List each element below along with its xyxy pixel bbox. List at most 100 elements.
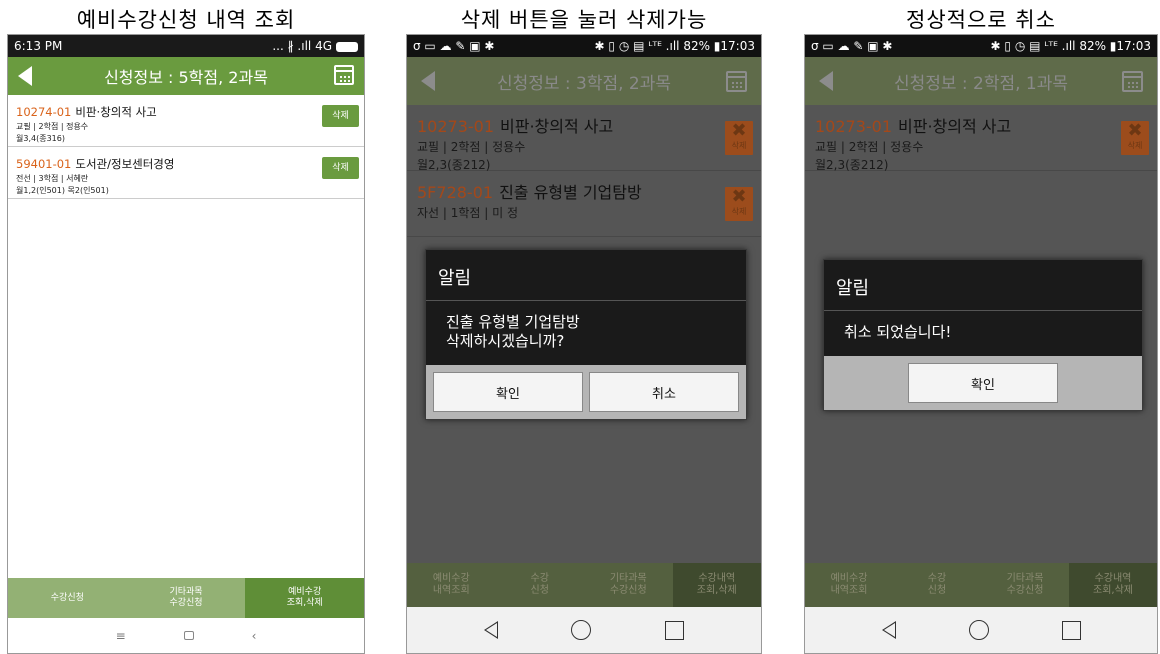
course-code: 59401-01 [16,157,72,171]
course-schedule: 월3,4(종316) [16,134,65,143]
delete-button[interactable]: ✖ 삭제 [725,187,753,221]
course-name: 도서관/정보센터경영 [75,157,175,171]
course-name: 비판·창의적 사고 [500,117,614,136]
tab-registration[interactable]: 수강신청 [8,578,127,618]
course-code: 10273-01 [815,117,893,136]
app-header: 신청정보 : 5학점, 2과목 [8,57,364,95]
tab-pre-registration[interactable]: 예비수강 조회,삭제 [245,578,364,618]
recents-square-icon[interactable] [1061,620,1081,640]
course-meta: 전선 | 3학점 | 서혜란 [16,174,89,183]
phone-screen: 6:13 PM ... ∦ .ıll 4G 신청정보 : 5학점, 2과목 10… [7,34,365,654]
status-icons-left: σ ▭ ☁ ✎ ▣ ✱ [811,39,893,53]
course-meta: 교필 | 2학점 | 정용수 [16,122,89,131]
course-row: 10273-01 비판·창의적 사고 교필 | 2학점 | 정용수 월2,3(종2… [805,105,1157,172]
course-meta: 교필 | 2학점 | 정용수 [417,140,526,154]
status-bar: σ ▭ ☁ ✎ ▣ ✱ ✱ ▯ ◷ ▤ ᴸᵀᴱ .ıll 82% ▮17:03 [805,35,1157,57]
dialog-buttons: 확인 [824,356,1142,410]
panel-cancel-done: 정상적으로 취소 σ ▭ ☁ ✎ ▣ ✱ ✱ ▯ ◷ ▤ ᴸᵀᴱ .ıll 82… [804,0,1158,654]
close-x-icon: ✖ [731,186,747,207]
course-meta: 자선 | 1학점 | 미 정 [417,206,519,220]
course-row: 5F728-01 진출 유형별 기업탐방 자선 | 1학점 | 미 정 ✖ 삭제 [407,171,761,237]
tab-registration-history[interactable]: 수강내역 조회,삭제 [672,563,761,607]
delete-button[interactable]: ✖ 삭제 [1121,121,1149,155]
home-circle-icon[interactable] [968,620,989,640]
tab-pre-registration-history[interactable]: 예비수강 내역조회 [805,563,893,607]
course-code: 5F728-01 [417,183,494,202]
delete-button[interactable]: ✖ 삭제 [725,121,753,155]
back-arrow-icon[interactable] [819,71,833,91]
tab-registration[interactable]: 수강 신청 [495,563,584,607]
battery-icon [336,41,358,52]
tab-other-courses[interactable]: 기타과목 수강신청 [126,578,246,618]
panel-caption: 삭제 버튼을 눌러 삭제가능 [460,8,708,32]
close-x-icon: ✖ [1127,120,1143,141]
course-schedule: 월1,2(인501) 목2(인501) [16,186,109,195]
back-triangle-icon[interactable] [483,621,498,639]
system-nav-bar [805,607,1157,653]
confirm-button[interactable]: 확인 [433,372,583,412]
home-circle-icon[interactable] [571,620,592,640]
delete-button[interactable]: 삭제 [322,157,359,179]
course-code: 10273-01 [417,117,495,136]
course-name: 비판·창의적 사고 [75,105,157,119]
alert-dialog: 알림 취소 되었습니다! 확인 [823,259,1143,411]
course-name: 비판·창의적 사고 [898,117,1012,136]
phone-screen: σ ▭ ☁ ✎ ▣ ✱ ✱ ▯ ◷ ▤ ᴸᵀᴱ .ıll 82% ▮17:03 … [406,34,762,654]
back-nav-icon[interactable]: ‹ [252,629,257,643]
status-bar: 6:13 PM ... ∦ .ıll 4G [8,35,364,57]
calendar-icon[interactable] [334,65,354,85]
status-icons-right: ✱ ▯ ◷ ▤ ᴸᵀᴱ .ıll 82% ▮17:03 [594,39,755,53]
course-meta: 교필 | 2학점 | 정용수 [815,140,924,154]
back-triangle-icon[interactable] [881,621,896,639]
back-arrow-icon[interactable] [421,71,435,91]
course-row: 10274-01 비판·창의적 사고 교필 | 2학점 | 정용수 월3,4(종3… [8,95,364,147]
app-header: 신청정보 : 3학점, 2과목 [407,57,761,105]
tab-pre-registration-history[interactable]: 예비수강 내역조회 [407,563,496,607]
alert-dialog: 알림 진출 유형별 기업탐방 삭제하시겠습니까? 확인 취소 [425,249,747,420]
back-arrow-icon[interactable] [18,66,32,86]
dialog-buttons: 확인 취소 [426,365,746,419]
dialog-message: 진출 유형별 기업탐방 삭제하시겠습니까? [446,313,580,350]
status-bar: σ ▭ ☁ ✎ ▣ ✱ ✱ ▯ ◷ ▤ ᴸᵀᴱ .ıll 82% ▮17:03 [407,35,761,57]
panel-delete-confirm: 삭제 버튼을 눌러 삭제가능 σ ▭ ☁ ✎ ▣ ✱ ✱ ▯ ◷ ▤ ᴸᵀᴱ .… [406,0,762,654]
delete-label: 삭제 [1127,141,1143,150]
delete-label: 삭제 [731,141,747,150]
phone-screen: σ ▭ ☁ ✎ ▣ ✱ ✱ ▯ ◷ ▤ ᴸᵀᴱ .ıll 82% ▮17:03 … [804,34,1158,654]
panel-pre-registration-list: 예비수강신청 내역 조회 6:13 PM ... ∦ .ıll 4G 신청정보 … [7,0,365,654]
panel-caption: 정상적으로 취소 [906,8,1056,32]
course-schedule: 월2,3(종212) [815,158,889,172]
tab-other-courses[interactable]: 기타과목 수강신청 [981,563,1069,607]
page-title: 신청정보 : 3학점, 2과목 [496,73,672,94]
course-code: 10274-01 [16,105,72,119]
delete-button[interactable]: 삭제 [322,105,359,127]
bottom-tab-bar: 수강신청 기타과목 수강신청 예비수강 조회,삭제 [8,578,364,618]
tab-registration-history[interactable]: 수강내역 조회,삭제 [1069,563,1157,607]
recents-square-icon[interactable] [665,620,685,640]
panel-caption: 예비수강신청 내역 조회 [76,8,296,32]
delete-label: 삭제 [731,207,747,216]
close-x-icon: ✖ [731,120,747,141]
bottom-tab-bar: 예비수강 내역조회 수강 신청 기타과목 수강신청 수강내역 조회,삭제 [805,563,1157,607]
home-icon[interactable] [183,631,194,640]
status-icons: ... ∦ .ıll 4G [272,39,358,53]
confirm-button[interactable]: 확인 [908,363,1058,403]
calendar-icon[interactable] [726,71,747,92]
cancel-button[interactable]: 취소 [589,372,739,412]
status-time: 6:13 PM [14,39,63,53]
page-title: 신청정보 : 5학점, 2과목 [104,68,268,87]
bottom-tab-bar: 예비수강 내역조회 수강 신청 기타과목 수강신청 수강내역 조회,삭제 [407,563,761,607]
page-title: 신청정보 : 2학점, 1과목 [893,73,1069,94]
system-nav-bar [407,607,761,653]
dialog-title: 알림 [426,250,746,301]
tab-registration[interactable]: 수강 신청 [893,563,981,607]
menu-icon[interactable]: ≡ [116,629,126,643]
course-name: 진출 유형별 기업탐방 [499,183,642,202]
course-row: 59401-01 도서관/정보센터경영 전선 | 3학점 | 서혜란 월1,2(인… [8,147,364,199]
dialog-message: 취소 되었습니다! [844,323,952,341]
calendar-icon[interactable] [1122,71,1143,92]
status-icons-right: ✱ ▯ ◷ ▤ ᴸᵀᴱ .ıll 82% ▮17:03 [990,39,1151,53]
tab-other-courses[interactable]: 기타과목 수강신청 [584,563,673,607]
course-row: 10273-01 비판·창의적 사고 교필 | 2학점 | 정용수 월2,3(종2… [407,105,761,172]
status-icons-left: σ ▭ ☁ ✎ ▣ ✱ [413,39,495,53]
dialog-title: 알림 [824,260,1142,311]
